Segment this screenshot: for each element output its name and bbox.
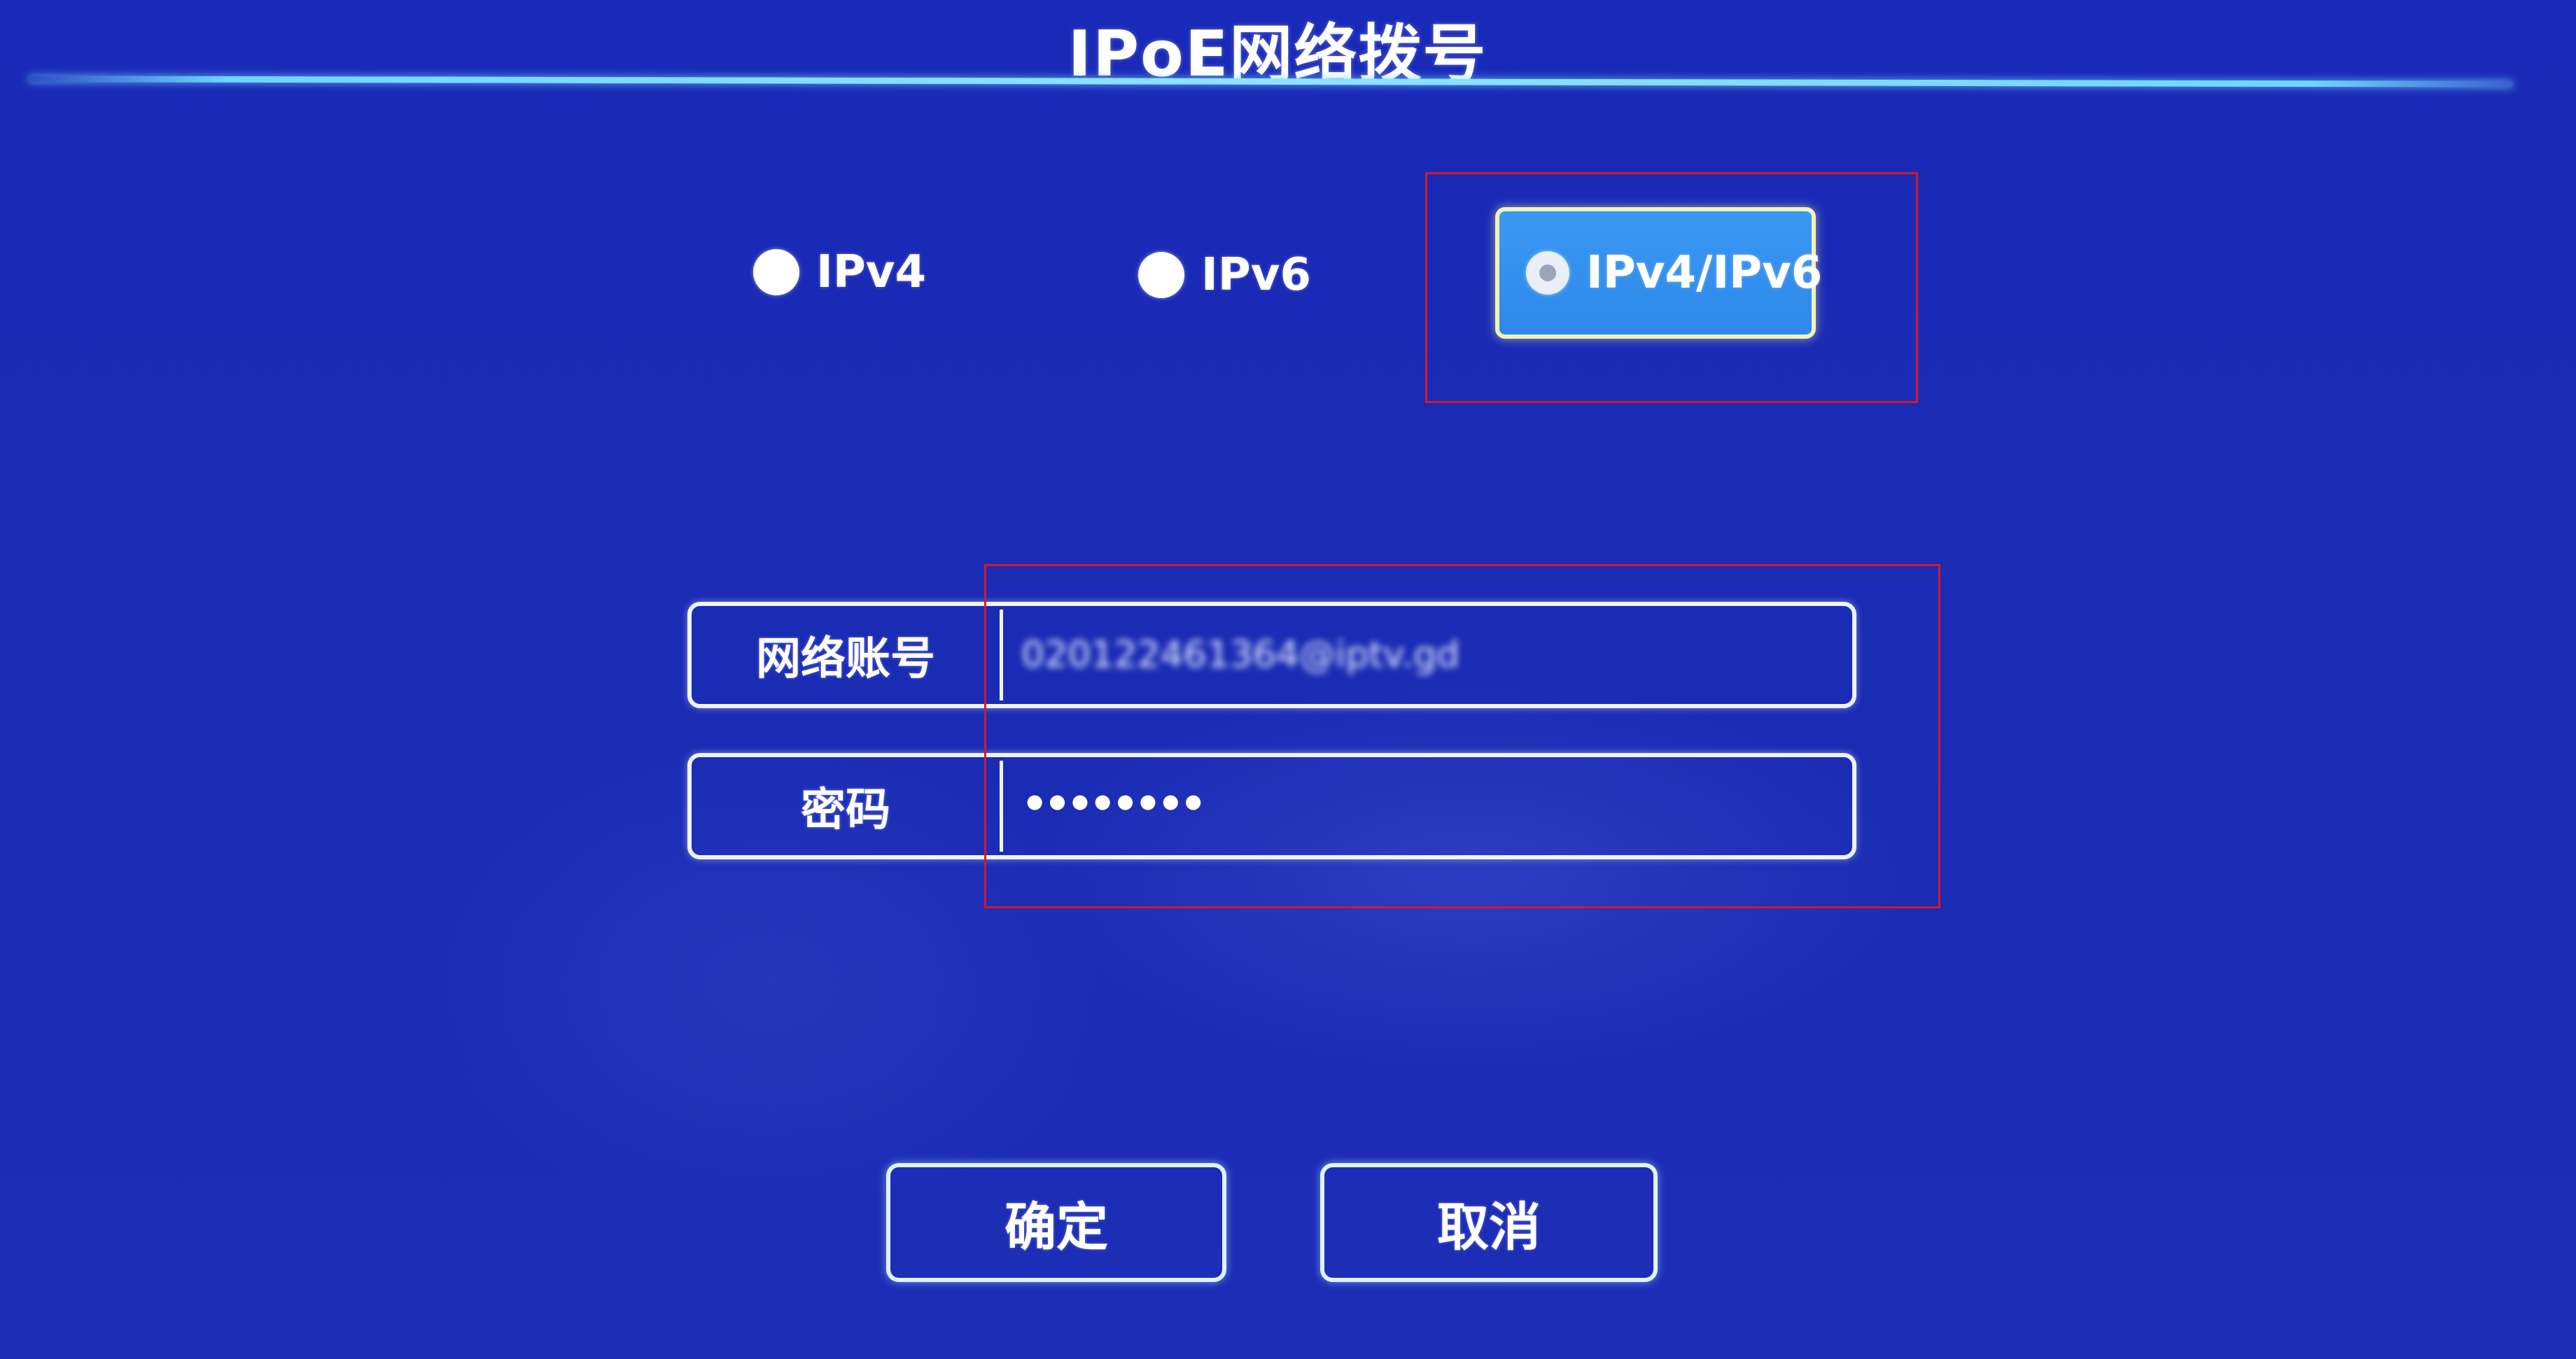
radio-option-ipv6[interactable]: IPv6: [1138, 249, 1311, 301]
radio-option-ipv4[interactable]: IPv4: [753, 246, 926, 298]
account-label: 网络账号: [756, 633, 935, 685]
annotation-box-fields: [984, 564, 1940, 908]
cancel-button[interactable]: 取消: [1320, 1163, 1658, 1282]
radio-option-label: IPv6: [1201, 249, 1311, 301]
confirm-button[interactable]: 确定: [886, 1163, 1226, 1282]
radio-unselected-icon: [753, 249, 799, 295]
annotation-box-protocol: [1425, 172, 1918, 403]
password-label: 密码: [801, 784, 890, 836]
radio-unselected-icon: [1138, 252, 1184, 298]
radio-option-label: IPv4: [816, 246, 926, 298]
